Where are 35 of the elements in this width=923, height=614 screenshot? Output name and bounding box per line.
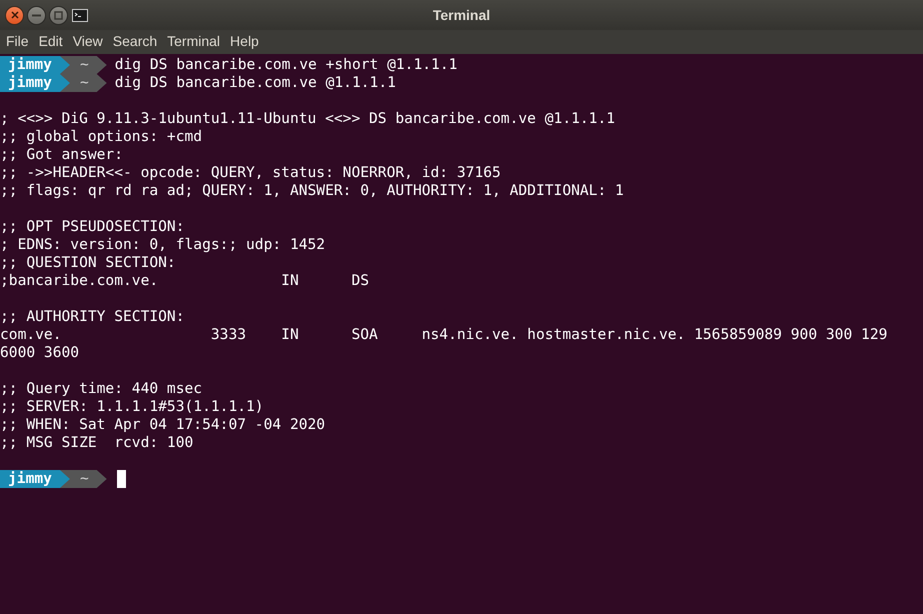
output-line: ;; flags: qr rd ra ad; QUERY: 1, ANSWER: 0, AUTHORITY: 1, ADDITIONAL: 1 bbox=[0, 182, 624, 200]
window-title: Terminal bbox=[432, 6, 490, 24]
output-line: ;; Got answer: bbox=[0, 146, 124, 164]
output-line: ;bancaribe.com.ve. IN DS bbox=[0, 272, 370, 290]
command-text: dig DS bancaribe.com.ve +short @1.1.1.1 bbox=[114, 56, 458, 74]
output-line: ;; Query time: 440 msec bbox=[0, 380, 202, 398]
minimize-button[interactable] bbox=[27, 6, 46, 24]
minimize-icon bbox=[32, 14, 41, 16]
output-line: ;; QUESTION SECTION: bbox=[0, 254, 176, 272]
prompt-user-segment: jimmy bbox=[0, 470, 70, 488]
prompt-user-segment: jimmy bbox=[0, 56, 70, 74]
close-button[interactable] bbox=[5, 6, 24, 24]
prompt-user-segment: jimmy bbox=[0, 74, 70, 92]
output-line: ;; SERVER: 1.1.1.1#53(1.1.1.1) bbox=[0, 398, 264, 416]
output-line: ;; global options: +cmd bbox=[0, 128, 202, 146]
menu-item[interactable]: Terminal bbox=[167, 31, 220, 52]
output-line: ; <<>> DiG 9.11.3-1ubuntu1.11-Ubuntu <<>> DS bancaribe.com.ve @1.1.1.1 bbox=[0, 110, 616, 128]
output-line: ;; WHEN: Sat Apr 04 17:54:07 -04 2020 bbox=[0, 416, 326, 434]
terminal-icon bbox=[72, 8, 88, 22]
output-line: 6000 3600 bbox=[0, 344, 80, 362]
command-text: dig DS bancaribe.com.ve @1.1.1.1 bbox=[114, 74, 396, 92]
maximize-icon bbox=[54, 10, 63, 20]
output-line: ; EDNS: version: 0, flags:; udp: 1452 bbox=[0, 236, 326, 254]
menu-item[interactable]: Search bbox=[112, 31, 158, 52]
output-line: ;; MSG SIZE rcvd: 100 bbox=[0, 434, 194, 452]
menu-item[interactable]: Edit bbox=[38, 31, 63, 52]
menu-item[interactable]: File bbox=[6, 31, 29, 52]
menu-item[interactable]: View bbox=[72, 31, 103, 52]
maximize-button[interactable] bbox=[49, 6, 68, 24]
output-line: com.ve. 3333 IN SOA ns4.nic.ve. hostmaster.nic.ve. 1565859089 900 300 129 bbox=[0, 326, 888, 344]
output-line: ;; ->>HEADER<<- opcode: QUERY, status: NOERROR, id: 37165 bbox=[0, 164, 501, 182]
output-line: ;; AUTHORITY SECTION: bbox=[0, 308, 185, 326]
menu-item[interactable]: Help bbox=[230, 31, 259, 52]
close-icon bbox=[10, 11, 18, 19]
output-line: ;; OPT PSEUDOSECTION: bbox=[0, 218, 185, 236]
